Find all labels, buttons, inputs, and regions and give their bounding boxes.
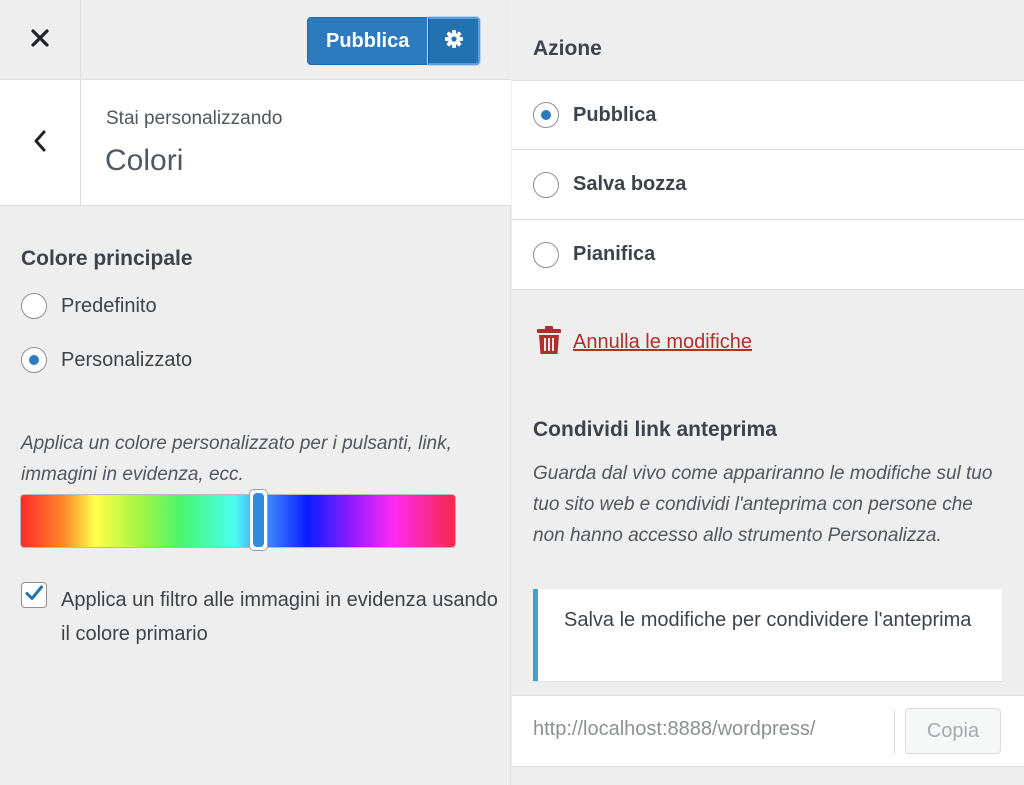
publish-settings-button[interactable] xyxy=(428,17,481,65)
checkmark-icon xyxy=(24,583,44,608)
radio-label: Pianifica xyxy=(573,243,656,265)
share-preview-notice: Salva le modifiche per condividere l'ant… xyxy=(533,589,1002,681)
action-save-draft[interactable]: Salva bozza xyxy=(512,150,1024,220)
share-preview-description: Guarda dal vivo come appariranno le modi… xyxy=(533,463,993,546)
radio-default-color[interactable]: Predefinito xyxy=(21,293,157,319)
filter-checkbox[interactable] xyxy=(21,582,47,608)
hue-slider[interactable] xyxy=(20,494,456,548)
gear-icon xyxy=(444,29,464,54)
close-icon xyxy=(30,28,50,53)
radio-button[interactable] xyxy=(533,171,559,198)
share-preview-title: Condividi link anteprima xyxy=(533,418,777,441)
publish-button-group: Pubblica xyxy=(307,17,481,65)
radio-button[interactable] xyxy=(533,241,559,268)
radio-label: Personalizzato xyxy=(61,348,193,371)
filter-checkbox-row[interactable]: Applica un filtro alle immagini in evide… xyxy=(21,582,501,651)
radio-label: Pubblica xyxy=(573,103,657,126)
filter-checkbox-label: Applica un filtro alle immagini in evide… xyxy=(61,589,498,645)
copy-button[interactable]: Copia xyxy=(905,708,1001,754)
action-schedule[interactable]: Pianifica xyxy=(512,220,1024,290)
customizing-label: Stai personalizzando xyxy=(106,108,283,129)
chevron-left-icon xyxy=(32,129,48,158)
color-description: Applica un colore personalizzato per i p… xyxy=(21,433,452,485)
section-title: Colori xyxy=(105,144,184,177)
preview-url-row: Copia xyxy=(512,695,1024,767)
publish-settings-panel: Azione Pubblica Salva bozza Pianifica An… xyxy=(512,0,1024,785)
divider xyxy=(894,710,895,754)
radio-label: Salva bozza xyxy=(573,173,687,195)
discard-changes-link[interactable]: Annulla le modifiche xyxy=(536,325,752,360)
preview-url-field[interactable] xyxy=(533,718,903,741)
section-header: Stai personalizzando Colori xyxy=(0,80,511,206)
radio-button[interactable] xyxy=(21,293,47,319)
control-title: Colore principale xyxy=(21,247,193,270)
customizer-sidebar: Pubblica Stai personalizzando Colori Col… xyxy=(0,0,511,785)
radio-button[interactable] xyxy=(21,347,47,373)
publish-button[interactable]: Pubblica xyxy=(307,17,429,65)
radio-button[interactable] xyxy=(533,102,559,128)
customizer-header: Pubblica xyxy=(0,0,511,80)
back-button[interactable] xyxy=(0,80,81,206)
discard-changes-label[interactable]: Annulla le modifiche xyxy=(573,331,752,354)
action-title: Azione xyxy=(533,37,602,60)
close-button[interactable] xyxy=(0,0,81,80)
radio-custom-color[interactable]: Personalizzato xyxy=(21,347,192,373)
radio-label: Predefinito xyxy=(61,294,157,317)
trash-icon xyxy=(536,325,562,360)
hue-slider-handle[interactable] xyxy=(249,489,268,551)
action-publish[interactable]: Pubblica xyxy=(512,80,1024,150)
